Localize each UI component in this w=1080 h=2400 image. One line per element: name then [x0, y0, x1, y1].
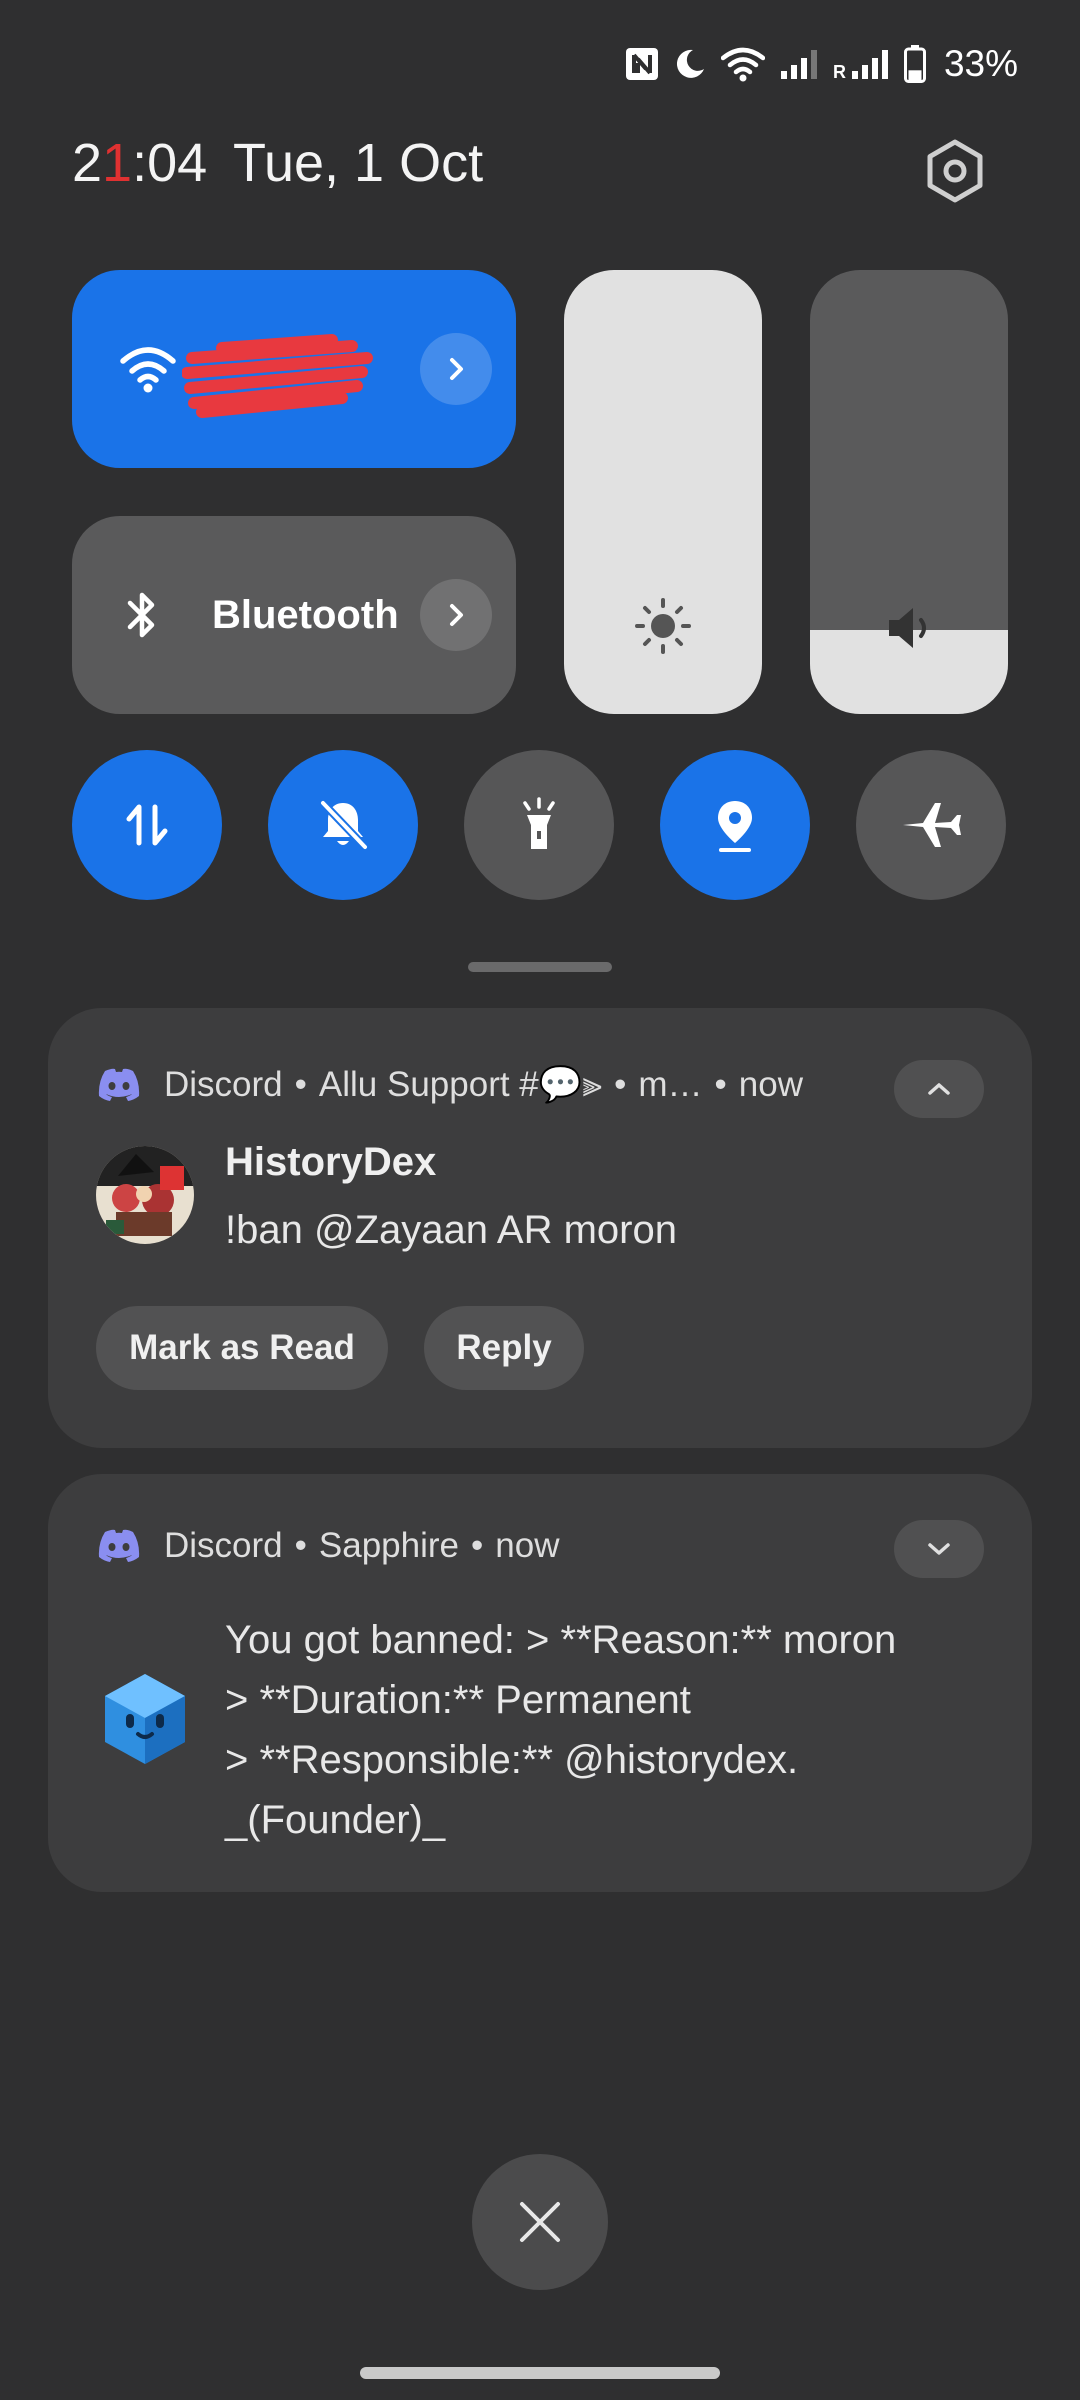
notification-message: !ban @Zayaan AR moron	[225, 1208, 677, 1252]
bluetooth-icon	[127, 592, 155, 638]
notification-sender: HistoryDex	[225, 1140, 437, 1184]
redacted-network-name	[182, 334, 373, 418]
bluetooth-label: Bluetooth	[212, 592, 399, 637]
message-line: _(Founder)_	[225, 1798, 446, 1842]
notification-channel-trail: m…	[638, 1064, 703, 1104]
flashlight-toggle[interactable]	[464, 750, 614, 900]
flashlight-icon	[523, 797, 555, 849]
separator: •	[471, 1526, 484, 1565]
message-line: > **Responsible:** @historydex.	[225, 1738, 799, 1782]
panel-drag-handle[interactable]	[468, 962, 612, 972]
chevron-right-icon	[450, 358, 463, 380]
nfc-icon	[625, 48, 658, 80]
wifi-details-button[interactable]	[420, 333, 492, 405]
bluetooth-tile[interactable]: Bluetooth	[72, 516, 516, 714]
roaming-signal-icon: R	[833, 47, 890, 81]
separator: •	[294, 1526, 307, 1565]
notification-card-discord-sapphire[interactable]: Discord • Sapphire • now You got banned:…	[48, 1474, 1032, 1892]
mark-as-read-button[interactable]: Mark as Read	[96, 1306, 388, 1390]
clock[interactable]: 21:04	[72, 132, 207, 194]
notification-header: Discord • Allu Support #💬⫸ • m… • now	[96, 1064, 803, 1105]
airplane-mode-toggle[interactable]	[856, 750, 1006, 900]
date[interactable]: Tue, 1 Oct	[233, 132, 483, 194]
separator: •	[294, 1064, 307, 1104]
brightness-slider[interactable]	[564, 270, 762, 714]
speaker-icon	[889, 608, 926, 648]
silent-mode-toggle[interactable]	[268, 750, 418, 900]
data-arrows-icon	[126, 804, 168, 846]
close-icon	[520, 2202, 560, 2242]
notification-card-discord-allu[interactable]: Discord • Allu Support #💬⫸ • m… • now Hi…	[48, 1008, 1032, 1448]
airplane-icon	[903, 803, 961, 847]
bluetooth-details-button[interactable]	[420, 579, 492, 651]
notification-app-name: Discord	[164, 1064, 283, 1104]
sapphire-bot-avatar-image	[105, 1674, 185, 1764]
collapse-button[interactable]	[894, 1060, 984, 1118]
volume-slider[interactable]	[810, 270, 1008, 714]
moon-icon	[676, 49, 704, 78]
expand-button[interactable]	[894, 1520, 984, 1578]
wifi-tile[interactable]	[72, 270, 516, 468]
clock-hour-accent: 1	[102, 133, 133, 193]
close-button[interactable]	[472, 2154, 608, 2290]
battery-percentage: 33%	[943, 43, 1018, 84]
gesture-navigation-bar[interactable]	[360, 2367, 720, 2379]
clock-minutes: :04	[132, 133, 208, 193]
bell-off-icon	[320, 800, 368, 850]
notification-channel: Allu Support #💬⫸	[318, 1065, 603, 1104]
notification-message: You got banned: > **Reason:** moron > **…	[225, 1610, 985, 1850]
gear-icon	[927, 139, 983, 203]
separator: •	[714, 1064, 727, 1104]
chevron-down-icon	[928, 1543, 950, 1555]
discord-icon	[98, 1068, 140, 1101]
chevron-up-icon	[928, 1083, 950, 1095]
location-pin-icon	[718, 801, 752, 852]
wifi-icon	[720, 47, 765, 82]
notification-channel: Sapphire	[318, 1526, 460, 1565]
historydex-avatar-image	[96, 1146, 194, 1244]
reply-button[interactable]: Reply	[424, 1306, 584, 1390]
status-bar: R 33%	[625, 38, 1018, 90]
settings-button[interactable]	[920, 136, 990, 206]
notification-time: now	[738, 1064, 803, 1104]
chevron-right-icon	[450, 604, 463, 626]
message-line: > **Duration:** Permanent	[225, 1678, 691, 1722]
clock-hour-digit: 2	[72, 133, 103, 193]
notification-time: now	[495, 1526, 560, 1565]
location-toggle[interactable]	[660, 750, 810, 900]
wifi-icon	[120, 347, 176, 393]
battery-icon	[903, 45, 926, 83]
signal-icon	[780, 50, 817, 79]
avatar	[96, 1146, 194, 1244]
separator: •	[614, 1064, 627, 1104]
message-line: You got banned: > **Reason:** moron	[225, 1618, 897, 1662]
notification-header: Discord • Sapphire • now	[96, 1526, 560, 1566]
discord-icon	[98, 1529, 140, 1562]
roaming-label: R	[832, 62, 846, 82]
brightness-icon	[635, 598, 691, 654]
mobile-data-toggle[interactable]	[72, 750, 222, 900]
avatar	[96, 1670, 194, 1768]
notification-app-name: Discord	[164, 1526, 283, 1565]
